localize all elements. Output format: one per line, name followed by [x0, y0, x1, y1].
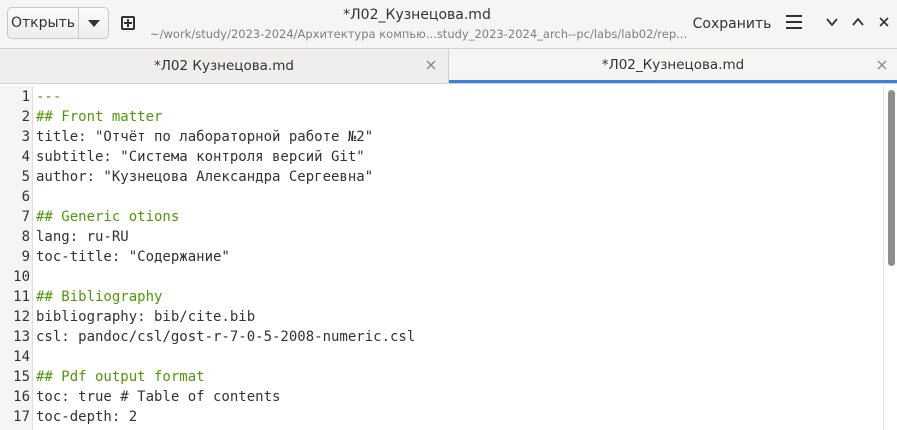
close-icon	[426, 60, 436, 70]
line-text: ## Generic otions	[36, 209, 180, 225]
line-number: 17	[13, 409, 30, 425]
editor-line[interactable]: 5 author: "Кузнецова Александра Сергеевна…	[0, 167, 880, 187]
line-text: csl: pandoc/csl/gost-r-7-0-5-2008-numeri…	[36, 329, 416, 345]
line-text: ## Bibliography	[36, 289, 163, 305]
minimize-window-button[interactable]	[823, 13, 841, 31]
line-number: 8	[21, 229, 30, 245]
tab-close-button[interactable]	[875, 58, 889, 72]
line-text: title: "Отчёт по лабораторной работе №2"	[36, 129, 374, 145]
hamburger-menu-icon[interactable]	[786, 15, 802, 29]
line-text: subtitle: "Система контроля версий Git"	[36, 149, 365, 165]
line-text: toc-depth: 2	[36, 409, 138, 425]
line-number: 16	[13, 389, 30, 405]
tab-label: *Л02 Кузнецова.md	[154, 58, 294, 74]
open-button-group: Открыть	[7, 7, 109, 39]
window-title-area: *Л02_Кузнецова.md ~/work/study/2023-2024…	[150, 6, 688, 42]
line-number: 14	[13, 349, 30, 365]
line-text: author: "Кузнецова Александра Сергеевна"	[36, 169, 374, 185]
save-button[interactable]: Сохранить	[690, 9, 774, 39]
new-document-button[interactable]	[116, 11, 140, 35]
line-number: 2	[21, 109, 30, 125]
text-editor[interactable]: 1 --- 2 ## Front matter 3 title: "Отчёт по ла…	[0, 86, 897, 430]
chevron-up-icon	[852, 17, 864, 26]
tab-document-1[interactable]: *Л02 Кузнецова.md	[0, 49, 448, 83]
line-number: 13	[13, 329, 30, 345]
editor-line[interactable]: 4 subtitle: "Система контроля версий Git"	[0, 147, 880, 167]
editor-line[interactable]: 11 ## Bibliography	[0, 287, 880, 307]
editor-line[interactable]: 14	[0, 347, 880, 367]
line-number: 6	[21, 189, 30, 205]
tab-label: *Л02_Кузнецова.md	[601, 56, 745, 73]
open-recent-dropdown-button[interactable]	[79, 8, 108, 38]
line-text: lang: ru-RU	[36, 229, 129, 245]
close-icon	[877, 60, 887, 70]
chevron-down-icon	[826, 18, 838, 27]
open-button[interactable]: Открыть	[8, 8, 79, 38]
editor-line[interactable]: 1 ---	[0, 87, 880, 107]
line-number: 12	[13, 309, 30, 325]
editor-line[interactable]: 15 ## Pdf output format	[0, 367, 880, 387]
line-number: 5	[21, 169, 30, 185]
line-text: ---	[36, 89, 62, 105]
window-title: *Л02_Кузнецова.md	[343, 7, 491, 23]
line-number: 9	[21, 249, 30, 265]
editor-line[interactable]: 17 toc-depth: 2	[0, 407, 880, 427]
editor-line[interactable]: 16 toc: true # Table of contents	[0, 387, 880, 407]
line-text: ## Front matter	[36, 109, 163, 125]
line-text: ## Pdf output format	[36, 369, 205, 385]
close-window-button[interactable]	[875, 13, 893, 31]
scrollbar-thumb[interactable]	[888, 90, 895, 266]
editor-line[interactable]: 3 title: "Отчёт по лабораторной работе №2…	[0, 127, 880, 147]
line-number: 7	[21, 209, 30, 225]
tab-document-2[interactable]: *Л02_Кузнецова.md	[449, 49, 897, 83]
line-number: 3	[21, 129, 30, 145]
line-text: toc: true # Table of contents	[36, 389, 281, 405]
line-number: 11	[13, 289, 30, 305]
chevron-down-icon	[87, 19, 100, 27]
line-number: 1	[21, 89, 30, 105]
tab-bar: *Л02 Кузнецова.md *Л02_Кузнецова.md	[0, 49, 897, 84]
line-number: 4	[21, 149, 30, 165]
editor-line[interactable]: 7 ## Generic otions	[0, 207, 880, 227]
line-text: bibliography: bib/cite.bib	[36, 309, 256, 325]
window-subtitle-path: ~/work/study/2023-2024/Архитектура компь…	[150, 27, 688, 41]
editor-line[interactable]: 6	[0, 187, 880, 207]
line-number: 10	[13, 269, 30, 285]
editor-line[interactable]: 9 toc-title: "Содержание"	[0, 247, 880, 267]
editor-line[interactable]: 10	[0, 267, 880, 287]
line-number: 15	[13, 369, 30, 385]
editor-line[interactable]: 8 lang: ru-RU	[0, 227, 880, 247]
editor-line[interactable]: 12 bibliography: bib/cite.bib	[0, 307, 880, 327]
maximize-window-button[interactable]	[849, 13, 867, 31]
editor-line[interactable]: 13 csl: pandoc/csl/gost-r-7-0-5-2008-nume…	[0, 327, 880, 347]
header-bar: Открыть *Л02_Кузнецова.md ~/work/study/2…	[0, 0, 897, 49]
line-text: toc-title: "Содержание"	[36, 249, 230, 265]
tab-close-button[interactable]	[424, 58, 438, 72]
editor-line[interactable]: 2 ## Front matter	[0, 107, 880, 127]
new-tab-icon	[121, 16, 135, 30]
close-icon	[879, 17, 889, 27]
